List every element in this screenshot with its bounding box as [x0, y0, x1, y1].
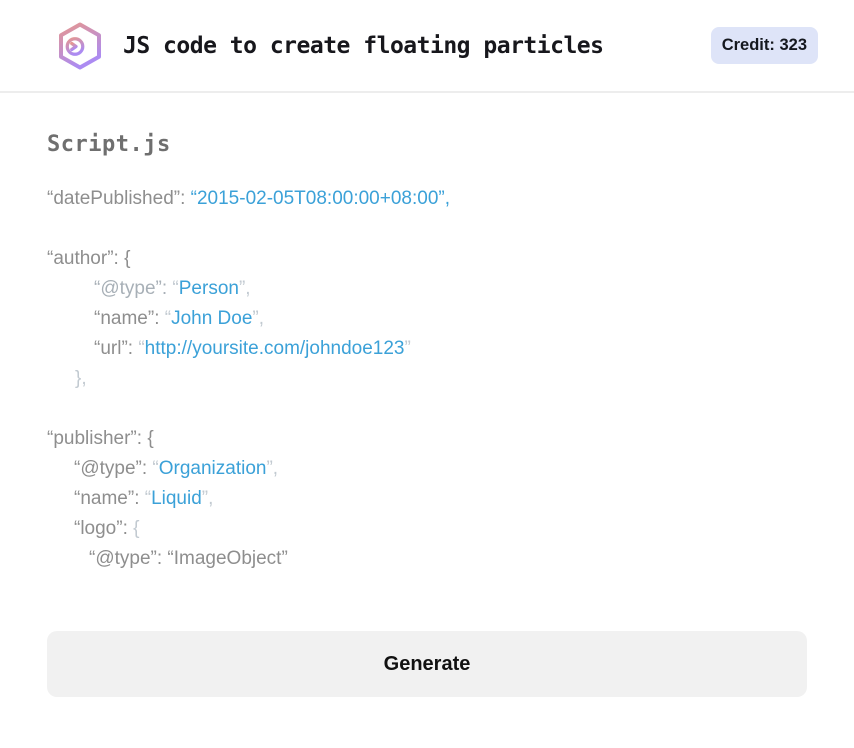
code-token: “publisher”: { — [47, 428, 154, 449]
header: JS code to create floating particles Cre… — [0, 0, 854, 93]
code-token: }, — [75, 368, 87, 389]
credit-badge: Credit: 323 — [710, 27, 818, 64]
code-token: “name” — [94, 308, 155, 329]
code-token: ”, — [266, 458, 279, 479]
code-token: “@type” — [94, 278, 162, 299]
code-token: { — [133, 518, 140, 539]
code-token: Person — [178, 278, 239, 299]
code-token: “author”: { — [47, 248, 131, 269]
code-token: : — [122, 518, 134, 539]
code-line: “@type”: “ImageObject” — [47, 544, 807, 574]
code-line: “@type”: “Person”, — [47, 274, 807, 304]
code-token: Liquid — [151, 488, 202, 509]
code-token: : — [141, 458, 153, 479]
page-title: JS code to create floating particles — [123, 32, 604, 59]
code-token: : — [161, 278, 173, 299]
code-line: “url”: “http://yoursite.com/johndoe123” — [47, 334, 807, 364]
code-token: : — [154, 308, 165, 329]
code-token: : — [180, 188, 191, 209]
code-line: “datePublished”: “2015-02-05T08:00:00+08… — [47, 184, 807, 214]
code-line: “name”: “John Doe”, — [47, 304, 807, 334]
code-line: “publisher”: { — [47, 424, 807, 454]
code-token: http://yoursite.com/johndoe123 — [144, 338, 405, 359]
code-token: ”, — [252, 308, 265, 329]
code-token: ”, — [238, 278, 251, 299]
code-line: “logo”: { — [47, 514, 807, 544]
code-line: “name”: “Liquid”, — [47, 484, 807, 514]
code-token: “datePublished” — [47, 188, 181, 209]
code-token: “url” — [94, 338, 128, 359]
code-line: }, — [47, 364, 807, 394]
terminal-prompt-hexagon-icon — [59, 22, 101, 69]
code-token: “name” — [74, 488, 135, 509]
code-token: : — [134, 488, 145, 509]
code-token: “@type”: “ImageObject” — [89, 548, 288, 569]
code-token: ” — [404, 338, 411, 359]
filename-label: Script.js — [47, 132, 171, 157]
code-token: : — [127, 338, 139, 359]
code-token: Organization — [158, 458, 267, 479]
code-token: ”, — [201, 488, 214, 509]
code-line: “@type”: “Organization”, — [47, 454, 807, 484]
code-token: John Doe — [171, 308, 253, 329]
code-token: “@type” — [74, 458, 142, 479]
code-output: “datePublished”: “2015-02-05T08:00:00+08… — [47, 184, 807, 574]
code-token: “logo” — [74, 518, 123, 539]
code-token: “2015-02-05T08:00:00+08:00”, — [190, 188, 450, 209]
code-line: “author”: { — [47, 244, 807, 274]
generate-button[interactable]: Generate — [47, 631, 807, 697]
main-content: Script.js “datePublished”: “2015-02-05T0… — [0, 132, 854, 697]
